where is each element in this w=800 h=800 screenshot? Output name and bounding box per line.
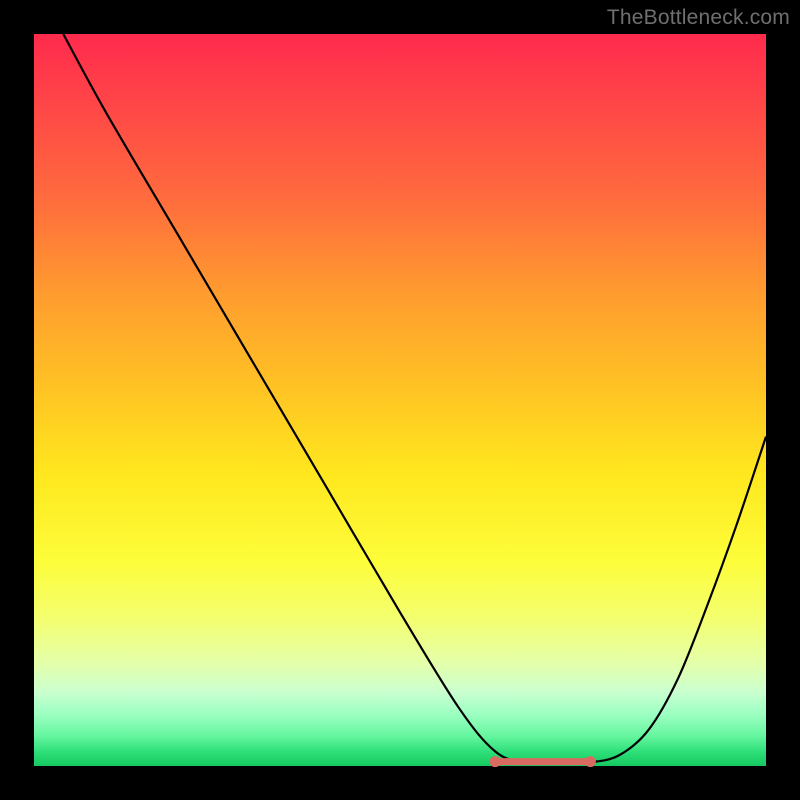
- watermark-text: TheBottleneck.com: [607, 6, 790, 30]
- curve-svg: [34, 34, 766, 766]
- bottleneck-curve-path: [63, 34, 766, 764]
- chart-frame: TheBottleneck.com: [0, 0, 800, 800]
- flat-bottom-marker-dot-right: [585, 756, 596, 767]
- plot-area: [34, 34, 766, 766]
- flat-bottom-marker-dot-left: [490, 756, 501, 767]
